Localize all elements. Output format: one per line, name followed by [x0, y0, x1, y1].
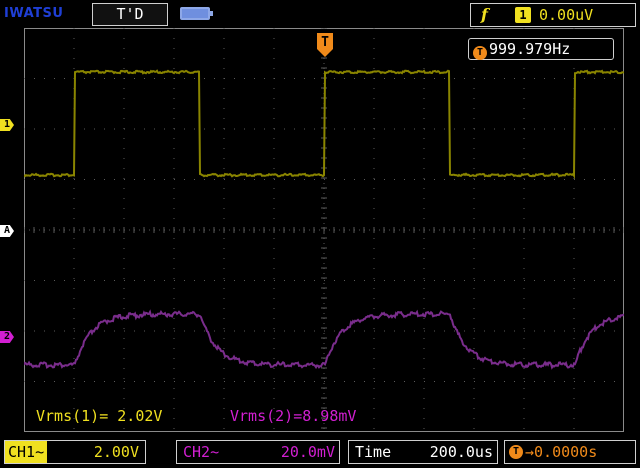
ref-marker[interactable]: A — [0, 225, 14, 237]
ch1-ground-marker[interactable]: 1 — [0, 119, 14, 131]
trigger-delay-box[interactable]: T →0.0000s — [504, 440, 636, 464]
timebase-value: 200.0us — [429, 443, 493, 461]
trigger-delay-value: →0.0000s — [525, 443, 598, 461]
trigger-position-label: T — [321, 35, 329, 50]
trigger-source-badge: 1 — [515, 7, 531, 23]
ch2-scale-box[interactable]: CH2~ 20.0mV — [176, 440, 340, 464]
bottom-status-bar: CH1~ 2.00V CH2~ 20.0mV Time 200.0us T →0… — [0, 436, 640, 468]
acquisition-state[interactable]: T'D — [92, 3, 168, 26]
ch2-scale: 20.0mV — [280, 443, 335, 461]
battery-icon — [180, 7, 213, 20]
trigger-slope-icon: f — [481, 5, 488, 24]
trigger-icon: T — [473, 46, 487, 60]
brand-logo: IWATSU — [4, 6, 64, 21]
waveform-display — [24, 28, 624, 432]
timebase-label: Time — [355, 443, 392, 461]
ch2-ground-marker[interactable]: 2 — [0, 331, 14, 343]
trigger-level: 0.00uV — [539, 6, 594, 24]
trigger-position-icon[interactable]: T — [316, 32, 334, 58]
ch2-trace — [24, 309, 624, 370]
ch1-label: CH1~ — [5, 441, 48, 463]
frequency-value: 999.979Hz — [489, 40, 571, 58]
trigger-panel[interactable]: f 1 0.00uV — [470, 3, 636, 27]
top-status-bar: IWATSU T'D f 1 0.00uV — [0, 0, 640, 28]
ch2-rms-measurement: Vrms(2)=8.98mV — [230, 407, 357, 425]
ch1-scale-box[interactable]: CH1~ 2.00V — [4, 440, 146, 464]
trigger-delay-icon: T — [509, 445, 523, 459]
scope-screen[interactable] — [24, 28, 624, 432]
frequency-counter: T 999.979Hz — [468, 38, 614, 60]
timebase-box[interactable]: Time 200.0us — [348, 440, 498, 464]
ch1-scale: 2.00V — [93, 443, 139, 461]
ch1-trace — [24, 69, 624, 180]
ch2-label: CH2~ — [183, 443, 220, 461]
ch1-rms-measurement: Vrms(1)= 2.02V — [36, 407, 163, 425]
